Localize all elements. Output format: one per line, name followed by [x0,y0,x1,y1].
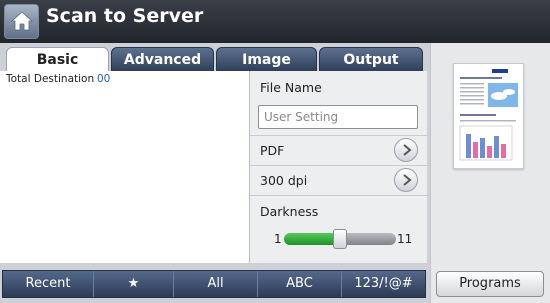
file-name-label: File Name [260,80,322,95]
header-bar: Scan to Server [0,0,550,43]
chevron-right-icon [403,174,412,186]
home-icon [11,11,33,31]
home-button[interactable] [4,4,39,39]
darkness-slider-handle[interactable] [333,229,347,249]
resolution-row[interactable]: 300 dpi [250,166,428,196]
tab-advanced[interactable]: Advanced [111,47,214,71]
abc-button[interactable]: ABC [258,271,342,297]
numeric-symbol-button[interactable]: 123/!@# [342,271,425,297]
format-row[interactable]: PDF [250,136,428,166]
favorites-button[interactable]: ★ [94,271,174,297]
resolution-value: 300 dpi [260,173,308,188]
destination-list[interactable]: Total Destination 00 [0,71,249,263]
tab-basic[interactable]: Basic [6,47,109,72]
chevron-right-icon [403,144,412,156]
filter-bar: Recent ★ All ABC 123/!@# [2,270,426,298]
darkness-label: Darkness [260,204,319,219]
all-button[interactable]: All [174,271,258,297]
document-preview-thumbnail [453,63,524,169]
recent-button[interactable]: Recent [3,271,94,297]
darkness-min-label: 1 [274,232,282,246]
programs-button[interactable]: Programs [436,271,544,297]
document-preview-image [459,69,518,161]
page-title: Scan to Server [46,5,204,27]
tab-image[interactable]: Image [216,47,317,71]
tab-output[interactable]: Output [319,47,423,71]
resolution-next-button[interactable] [394,168,418,192]
file-name-input[interactable]: User Setting [258,105,418,129]
file-name-row: File Name User Setting [250,71,428,136]
darkness-max-label: 11 [397,232,413,246]
darkness-slider-fill [284,233,340,245]
format-next-button[interactable] [394,138,418,162]
total-destination-count: 00 [97,73,111,85]
format-value: PDF [260,143,285,158]
total-destination-label: Total Destination [6,73,95,85]
